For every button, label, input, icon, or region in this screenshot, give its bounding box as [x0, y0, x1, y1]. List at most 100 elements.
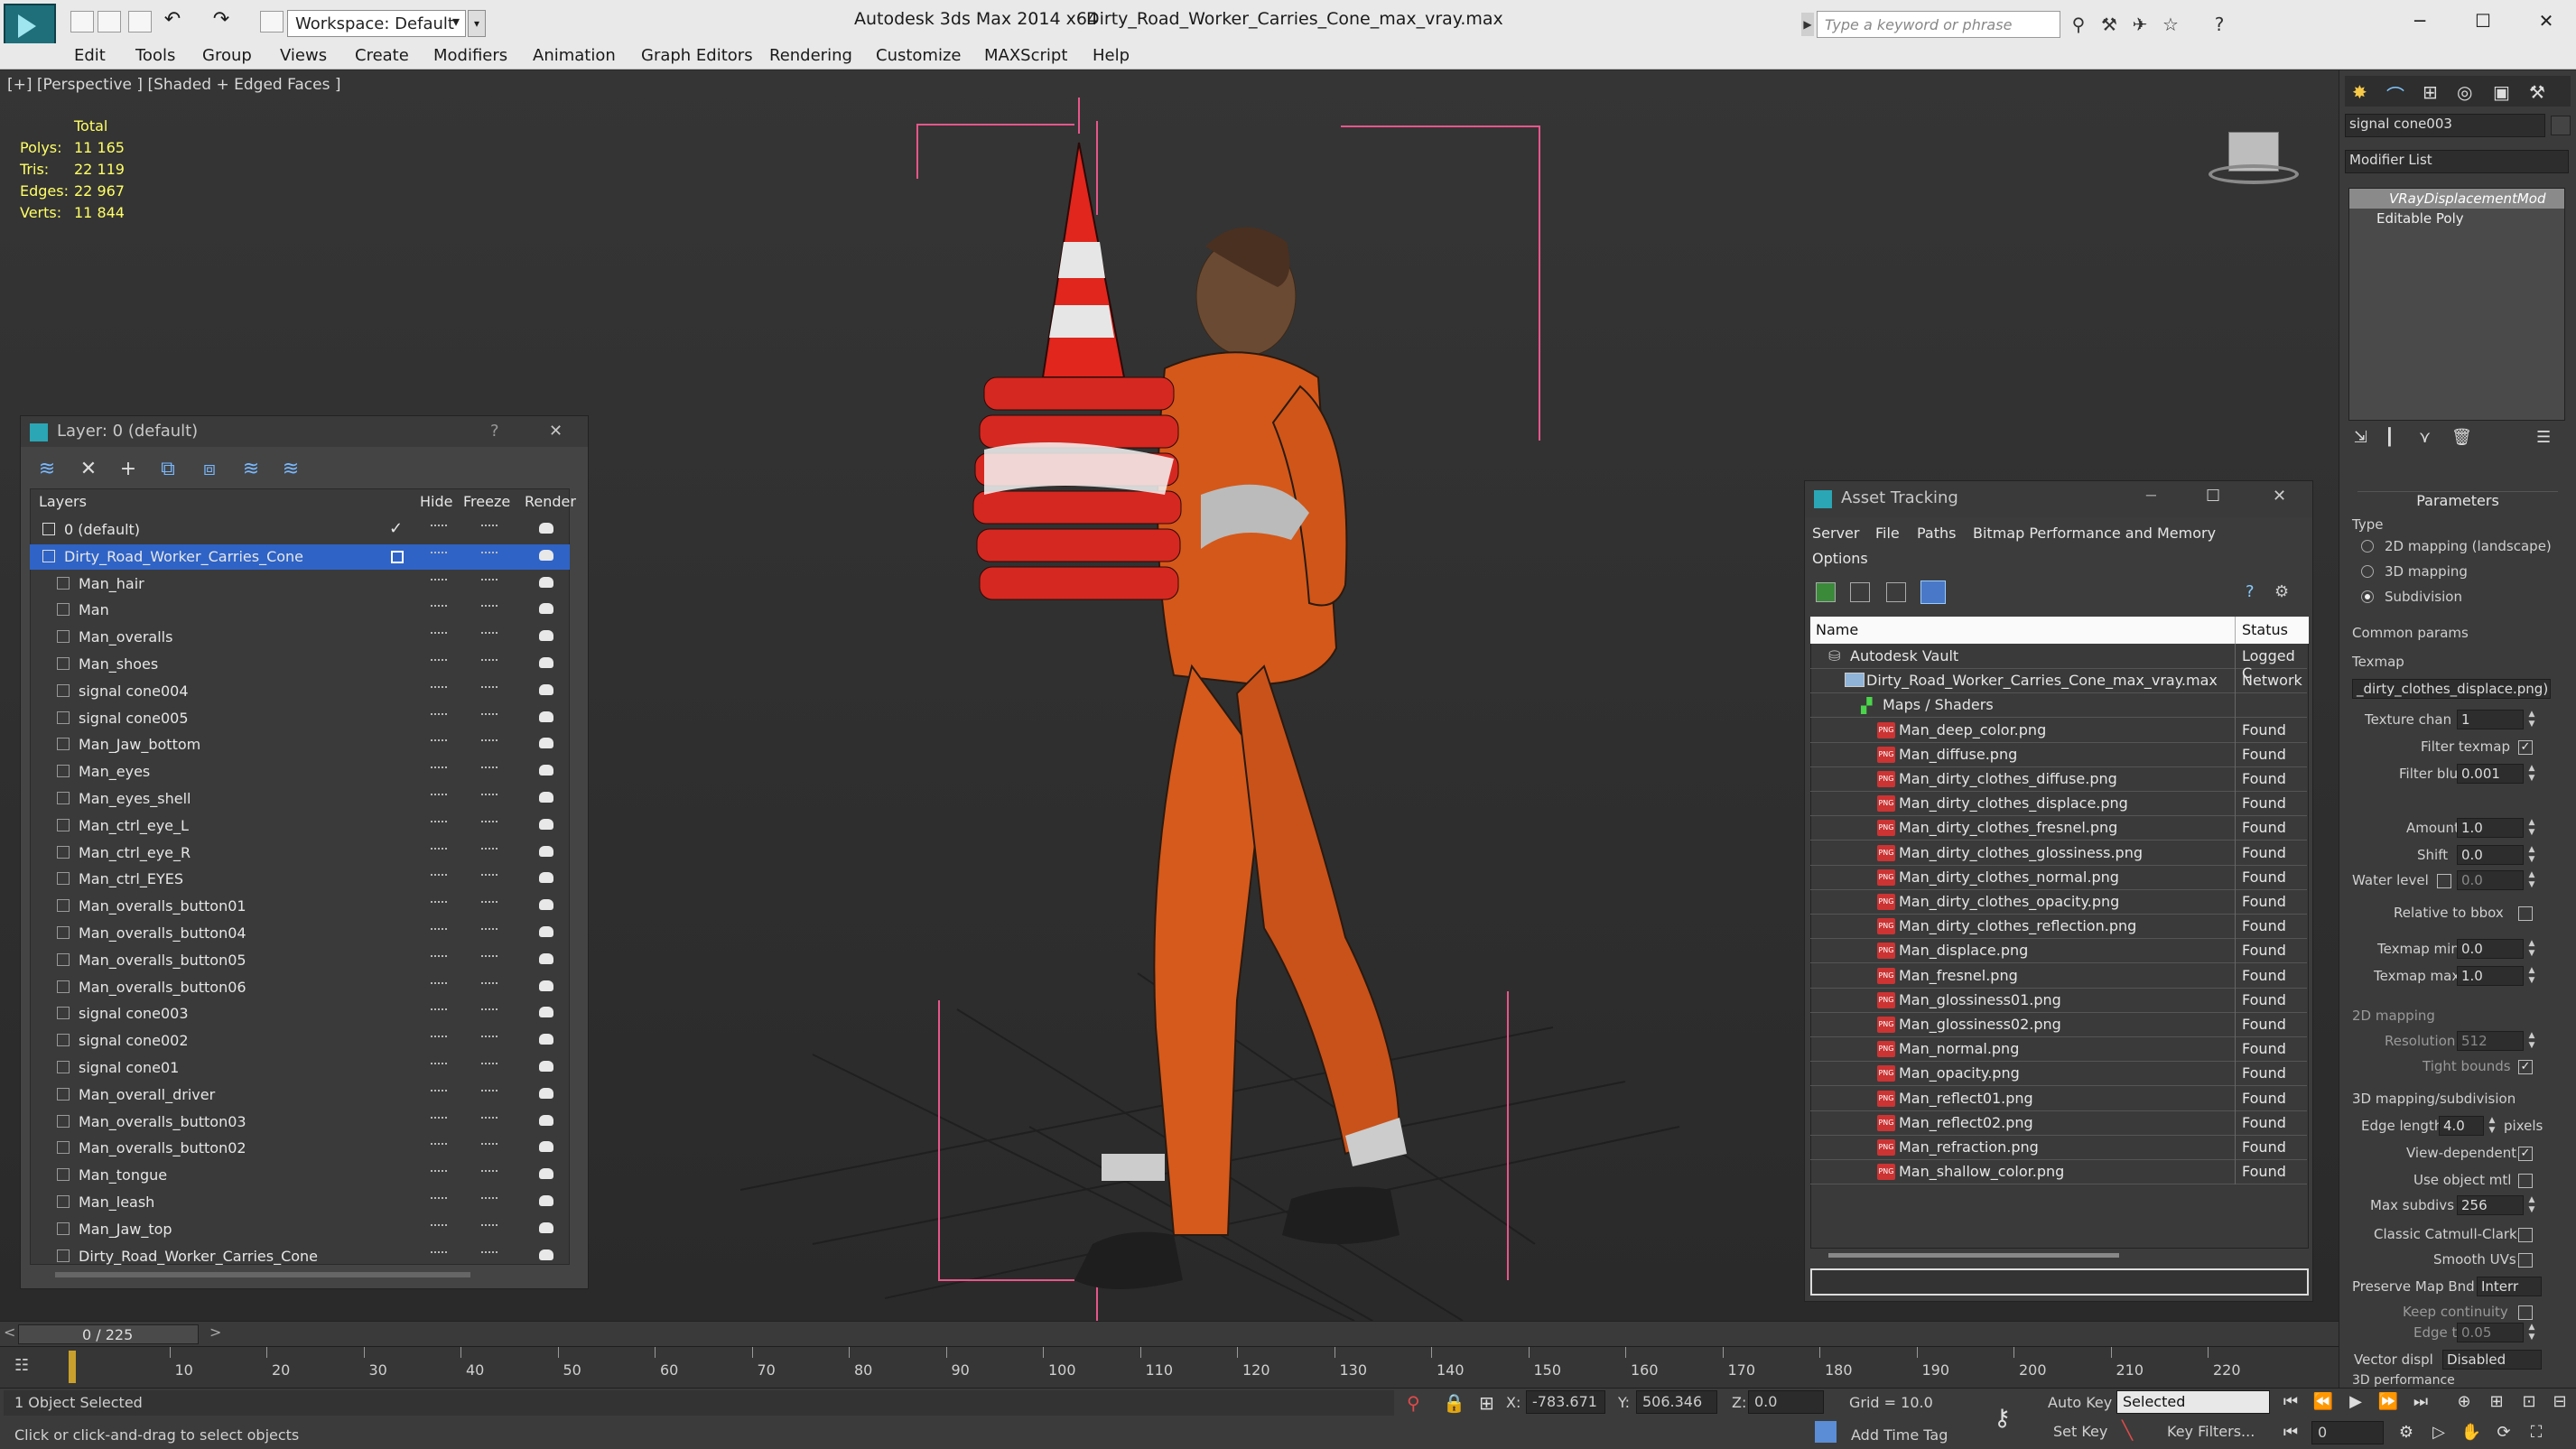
freeze-toggle[interactable]	[481, 739, 498, 745]
hide-toggle[interactable]	[431, 901, 447, 906]
render-teapot-icon[interactable]	[539, 657, 553, 668]
modifier-list-dropdown[interactable]: Modifier List	[2345, 150, 2569, 173]
freeze-toggle[interactable]	[481, 1008, 498, 1014]
minimize-button[interactable]: ─	[2393, 5, 2447, 36]
hide-toggle[interactable]	[431, 551, 447, 557]
max-subdivs-spinner[interactable]: ▲ ▼	[2525, 1195, 2538, 1215]
undo-icon[interactable]: ↶	[161, 10, 184, 33]
communication-icon[interactable]: ✈	[2127, 12, 2153, 37]
layer-row[interactable]: Man_tongue	[30, 1163, 570, 1188]
render-teapot-icon[interactable]	[539, 576, 553, 588]
key-mode-toggle-icon[interactable]: ⏮	[2279, 1421, 2302, 1444]
save-file-icon[interactable]	[128, 11, 152, 33]
layer-row[interactable]: signal cone002	[30, 1028, 570, 1054]
select-objects-in-layer-icon[interactable]: ⧉	[154, 456, 181, 483]
freeze-toggle[interactable]	[481, 766, 498, 772]
filter-blur-field[interactable]: 0.001	[2457, 764, 2524, 784]
quick-access-customize-icon[interactable]: ▾	[468, 10, 486, 37]
texmap-button[interactable]: _dirty_clothes_displace.png)	[2352, 679, 2551, 699]
menu-views[interactable]: Views	[280, 46, 327, 65]
asset-row[interactable]: ⛁ Autodesk Vault Logged C	[1810, 644, 2307, 682]
make-unique-icon[interactable]: ⋎	[2419, 428, 2431, 447]
hide-toggle[interactable]	[431, 820, 447, 826]
search-expand-icon[interactable]: ▶	[1801, 13, 1814, 36]
layer-row[interactable]: Dirty_Road_Worker_Carries_Cone	[30, 1244, 570, 1269]
freeze-toggle[interactable]	[481, 605, 498, 610]
set-key-button[interactable]: Set Key	[2053, 1423, 2107, 1440]
menu-edit[interactable]: Edit	[74, 46, 106, 65]
menu-maxscript[interactable]: MAXScript	[984, 46, 1067, 65]
stack-item-vraydisplacement[interactable]: VRayDisplacementMod	[2349, 189, 2564, 209]
render-teapot-icon[interactable]	[539, 1249, 553, 1260]
render-teapot-icon[interactable]	[539, 1007, 553, 1018]
layer-row[interactable]: Man_ctrl_eye_L	[30, 813, 570, 839]
keep-continuity-checkbox[interactable]	[2518, 1305, 2533, 1320]
render-teapot-icon[interactable]	[539, 1034, 553, 1045]
freeze-toggle[interactable]	[481, 954, 498, 961]
asset-help-icon[interactable]: ?	[2246, 582, 2267, 602]
render-teapot-icon[interactable]	[539, 765, 553, 776]
hide-toggle[interactable]	[431, 847, 447, 853]
search-input[interactable]: Type a keyword or phrase	[1817, 11, 2060, 38]
freeze-toggle[interactable]	[481, 901, 498, 906]
layer-row[interactable]: Man_overall_driver	[30, 1082, 570, 1108]
freeze-toggle[interactable]	[481, 685, 498, 692]
render-teapot-icon[interactable]	[539, 980, 553, 991]
freeze-toggle[interactable]	[481, 632, 498, 637]
render-teapot-icon[interactable]	[539, 1061, 553, 1072]
col-freeze[interactable]: Freeze	[463, 493, 510, 510]
help-icon[interactable]: ?	[2207, 12, 2232, 37]
selection-lock-icon[interactable]: 🔒	[1443, 1392, 1465, 1414]
asset-row[interactable]: PNG Man_dirty_clothes_diffuse.png Found	[1810, 766, 2307, 792]
render-teapot-icon[interactable]	[539, 845, 553, 857]
hide-toggle[interactable]	[431, 1250, 447, 1257]
render-teapot-icon[interactable]	[539, 1168, 553, 1180]
object-name-field[interactable]: signal cone003	[2345, 114, 2545, 137]
time-config-icon[interactable]: ⚙	[2395, 1421, 2418, 1444]
time-tag-icon[interactable]	[1815, 1421, 1837, 1443]
render-teapot-icon[interactable]	[539, 1195, 553, 1206]
relative-bbox-checkbox[interactable]	[2518, 906, 2533, 921]
shift-spinner[interactable]: ▲ ▼	[2525, 845, 2538, 865]
preserve-map-dropdown[interactable]: Interr	[2477, 1277, 2542, 1296]
asset-row[interactable]: PNG Man_dirty_clothes_normal.png Found	[1810, 864, 2307, 890]
hide-toggle[interactable]	[431, 712, 447, 719]
remove-modifier-icon[interactable]: 🗑	[2451, 428, 2472, 447]
asset-row[interactable]: PNG Man_dirty_clothes_fresnel.png Found	[1810, 815, 2307, 841]
radio-2d-mapping[interactable]	[2361, 540, 2374, 553]
edge-thresh-spinner[interactable]: ▲ ▼	[2525, 1323, 2538, 1342]
open-file-icon[interactable]	[98, 11, 121, 33]
asset-row[interactable]: PNG Man_dirty_clothes_reflection.png Found	[1810, 914, 2307, 940]
asset-row[interactable]: PNG Man_dirty_clothes_glossiness.png Found	[1810, 840, 2307, 866]
asset-row[interactable]: PNG Man_reflect01.png Found	[1810, 1085, 2307, 1111]
water-level-checkbox[interactable]	[2437, 874, 2451, 888]
max-subdivs-field[interactable]: 256	[2457, 1195, 2524, 1215]
hide-toggle[interactable]	[431, 1008, 447, 1014]
shift-field[interactable]: 0.0	[2457, 845, 2524, 865]
edge-thresh-field[interactable]: 0.05	[2457, 1323, 2524, 1342]
refresh-icon[interactable]	[1816, 582, 1836, 602]
hide-toggle[interactable]	[431, 1143, 447, 1148]
view-dependent-checkbox[interactable]: ✓	[2518, 1147, 2533, 1161]
set-key-icon[interactable]: ⚷	[1994, 1405, 2011, 1432]
layer-row[interactable]: signal cone01	[30, 1055, 570, 1081]
asset-row[interactable]: ▞ Maps / Shaders	[1810, 692, 2307, 719]
freeze-toggle[interactable]	[481, 794, 498, 799]
hide-toggle[interactable]	[431, 605, 447, 610]
hide-toggle[interactable]	[431, 1036, 447, 1041]
layer-dialog-help-button[interactable]: ?	[490, 422, 499, 441]
hide-toggle[interactable]	[431, 954, 447, 961]
asset-row[interactable]: PNG Man_shallow_color.png Found	[1810, 1159, 2307, 1185]
layer-row[interactable]: Man_Jaw_top	[30, 1217, 570, 1242]
render-teapot-icon[interactable]	[539, 603, 553, 615]
freeze-toggle[interactable]	[481, 578, 498, 584]
asset-maximize-button[interactable]: ☐	[2206, 487, 2220, 506]
freeze-toggle[interactable]	[481, 551, 498, 557]
maximize-button[interactable]: ☐	[2456, 5, 2510, 36]
hide-toggle[interactable]	[431, 578, 447, 584]
asset-row[interactable]: PNG Man_dirty_clothes_displace.png Found	[1810, 791, 2307, 817]
time-slider[interactable]: < 0 / 225 >	[0, 1321, 2339, 1346]
utilities-tab-icon[interactable]: ⚒	[2529, 81, 2545, 103]
col-status[interactable]: Status	[2242, 621, 2288, 638]
active-layer-check-icon[interactable]: ✓	[389, 519, 403, 538]
